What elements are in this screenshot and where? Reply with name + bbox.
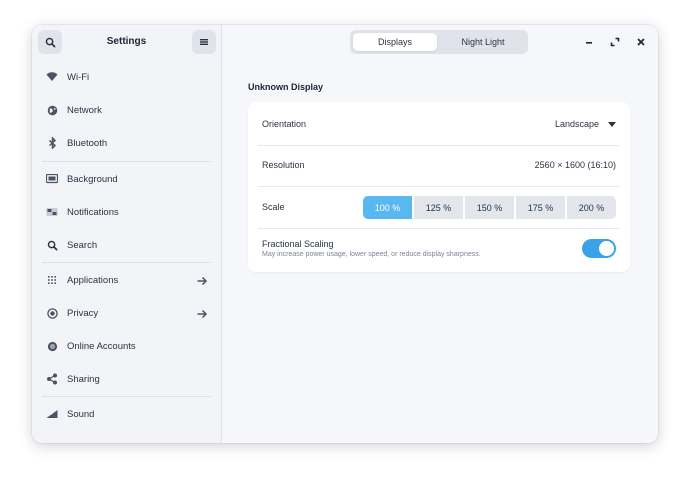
sidebar-header: Settings xyxy=(32,25,221,59)
search-icon xyxy=(46,239,58,251)
scale-option-100[interactable]: 100 % xyxy=(363,196,412,219)
sidebar-item-label: Wi-Fi xyxy=(67,71,90,83)
orientation-dropdown[interactable]: Landscape xyxy=(555,119,616,129)
sidebar-item-applications[interactable]: Applications xyxy=(32,266,221,294)
sound-icon xyxy=(46,408,58,420)
sidebar-item-notifications[interactable]: Notifications xyxy=(32,198,221,226)
sidebar-item-privacy[interactable]: Privacy xyxy=(32,299,221,327)
sidebar-item-label: Network xyxy=(67,104,102,116)
minimize-button[interactable] xyxy=(583,36,595,48)
sidebar-item-label: Applications xyxy=(67,274,119,286)
sidebar-item-background[interactable]: Background xyxy=(32,165,221,193)
online-accounts-icon xyxy=(46,340,58,352)
sidebar-item-label: Bluetooth xyxy=(67,137,108,149)
tab-displays[interactable]: Displays xyxy=(353,33,437,51)
fractional-scaling-subtitle: May increase power usage, lower speed, o… xyxy=(262,251,481,258)
sidebar-divider xyxy=(42,396,211,397)
sidebar-title: Settings xyxy=(106,36,147,47)
main-menu-button[interactable] xyxy=(192,30,216,54)
hamburger-menu-icon xyxy=(200,39,208,45)
search-icon xyxy=(45,37,55,47)
sidebar-item-label: Sound xyxy=(67,408,95,420)
sidebar-item-label: Notifications xyxy=(67,206,119,218)
arrow-right-icon xyxy=(196,307,208,319)
orientation-row[interactable]: Orientation Landscape xyxy=(248,102,630,144)
wifi-icon xyxy=(46,71,58,83)
sidebar-item-label: Privacy xyxy=(67,307,99,319)
orientation-value: Landscape xyxy=(554,119,599,129)
sidebar-item-network[interactable]: Network xyxy=(32,96,221,124)
display-name-heading: Unknown Display xyxy=(248,82,324,92)
sidebar-item-label: Online Accounts xyxy=(67,340,136,352)
row-divider xyxy=(258,228,620,229)
scale-selector: 100 % 125 % 150 % 175 % 200 % xyxy=(363,196,616,219)
content-pane: Displays Night Light Unknown Display Ori… xyxy=(222,25,658,443)
settings-window: Settings Wi-Fi Network Bluetooth Backgro… xyxy=(32,25,658,443)
fractional-scaling-toggle[interactable] xyxy=(582,239,616,258)
background-icon xyxy=(46,173,58,185)
dropdown-caret-icon xyxy=(608,121,616,127)
sidebar-item-label: Sharing xyxy=(67,373,100,385)
sidebar-item-wifi[interactable]: Wi-Fi xyxy=(32,63,221,91)
toggle-knob xyxy=(599,241,614,256)
display-settings-card: Orientation Landscape Resolution 2560 × … xyxy=(248,102,630,272)
sidebar-item-sharing[interactable]: Sharing xyxy=(32,365,221,393)
tab-night-light[interactable]: Night Light xyxy=(441,33,525,51)
resolution-label: Resolution xyxy=(262,160,305,170)
sidebar-item-bluetooth[interactable]: Bluetooth xyxy=(32,129,221,157)
resolution-value: 2560 × 1600 (16:10) xyxy=(534,160,616,170)
scale-option-200[interactable]: 200 % xyxy=(567,196,616,219)
network-globe-icon xyxy=(46,104,58,116)
sidebar-item-label: Search xyxy=(67,239,98,251)
scale-option-125[interactable]: 125 % xyxy=(414,196,463,219)
scale-option-150[interactable]: 150 % xyxy=(465,196,514,219)
privacy-icon xyxy=(46,307,58,319)
sidebar-item-sound[interactable]: Sound xyxy=(32,400,221,428)
arrow-right-icon xyxy=(196,274,208,286)
close-button[interactable] xyxy=(635,36,647,48)
sidebar-item-label: Background xyxy=(67,173,118,185)
sidebar-item-search[interactable]: Search xyxy=(32,231,221,259)
sidebar: Settings Wi-Fi Network Bluetooth Backgro… xyxy=(32,25,222,443)
minimize-icon xyxy=(586,42,592,44)
view-switcher: Displays Night Light xyxy=(350,30,528,54)
sidebar-divider xyxy=(42,161,211,162)
sidebar-divider xyxy=(42,262,211,263)
applications-grid-icon xyxy=(46,274,58,286)
scale-option-175[interactable]: 175 % xyxy=(516,196,565,219)
maximize-button[interactable] xyxy=(609,36,621,48)
sidebar-search-button[interactable] xyxy=(38,30,62,54)
orientation-label: Orientation xyxy=(262,119,307,129)
row-divider xyxy=(258,186,620,187)
maximize-icon xyxy=(610,37,620,47)
notifications-icon xyxy=(46,206,58,218)
sharing-icon xyxy=(46,373,58,385)
bluetooth-icon xyxy=(46,137,58,149)
scale-label: Scale xyxy=(262,202,285,212)
sidebar-item-online-accounts[interactable]: Online Accounts xyxy=(32,332,221,360)
close-icon xyxy=(637,38,645,46)
fractional-scaling-title: Fractional Scaling xyxy=(262,239,334,249)
